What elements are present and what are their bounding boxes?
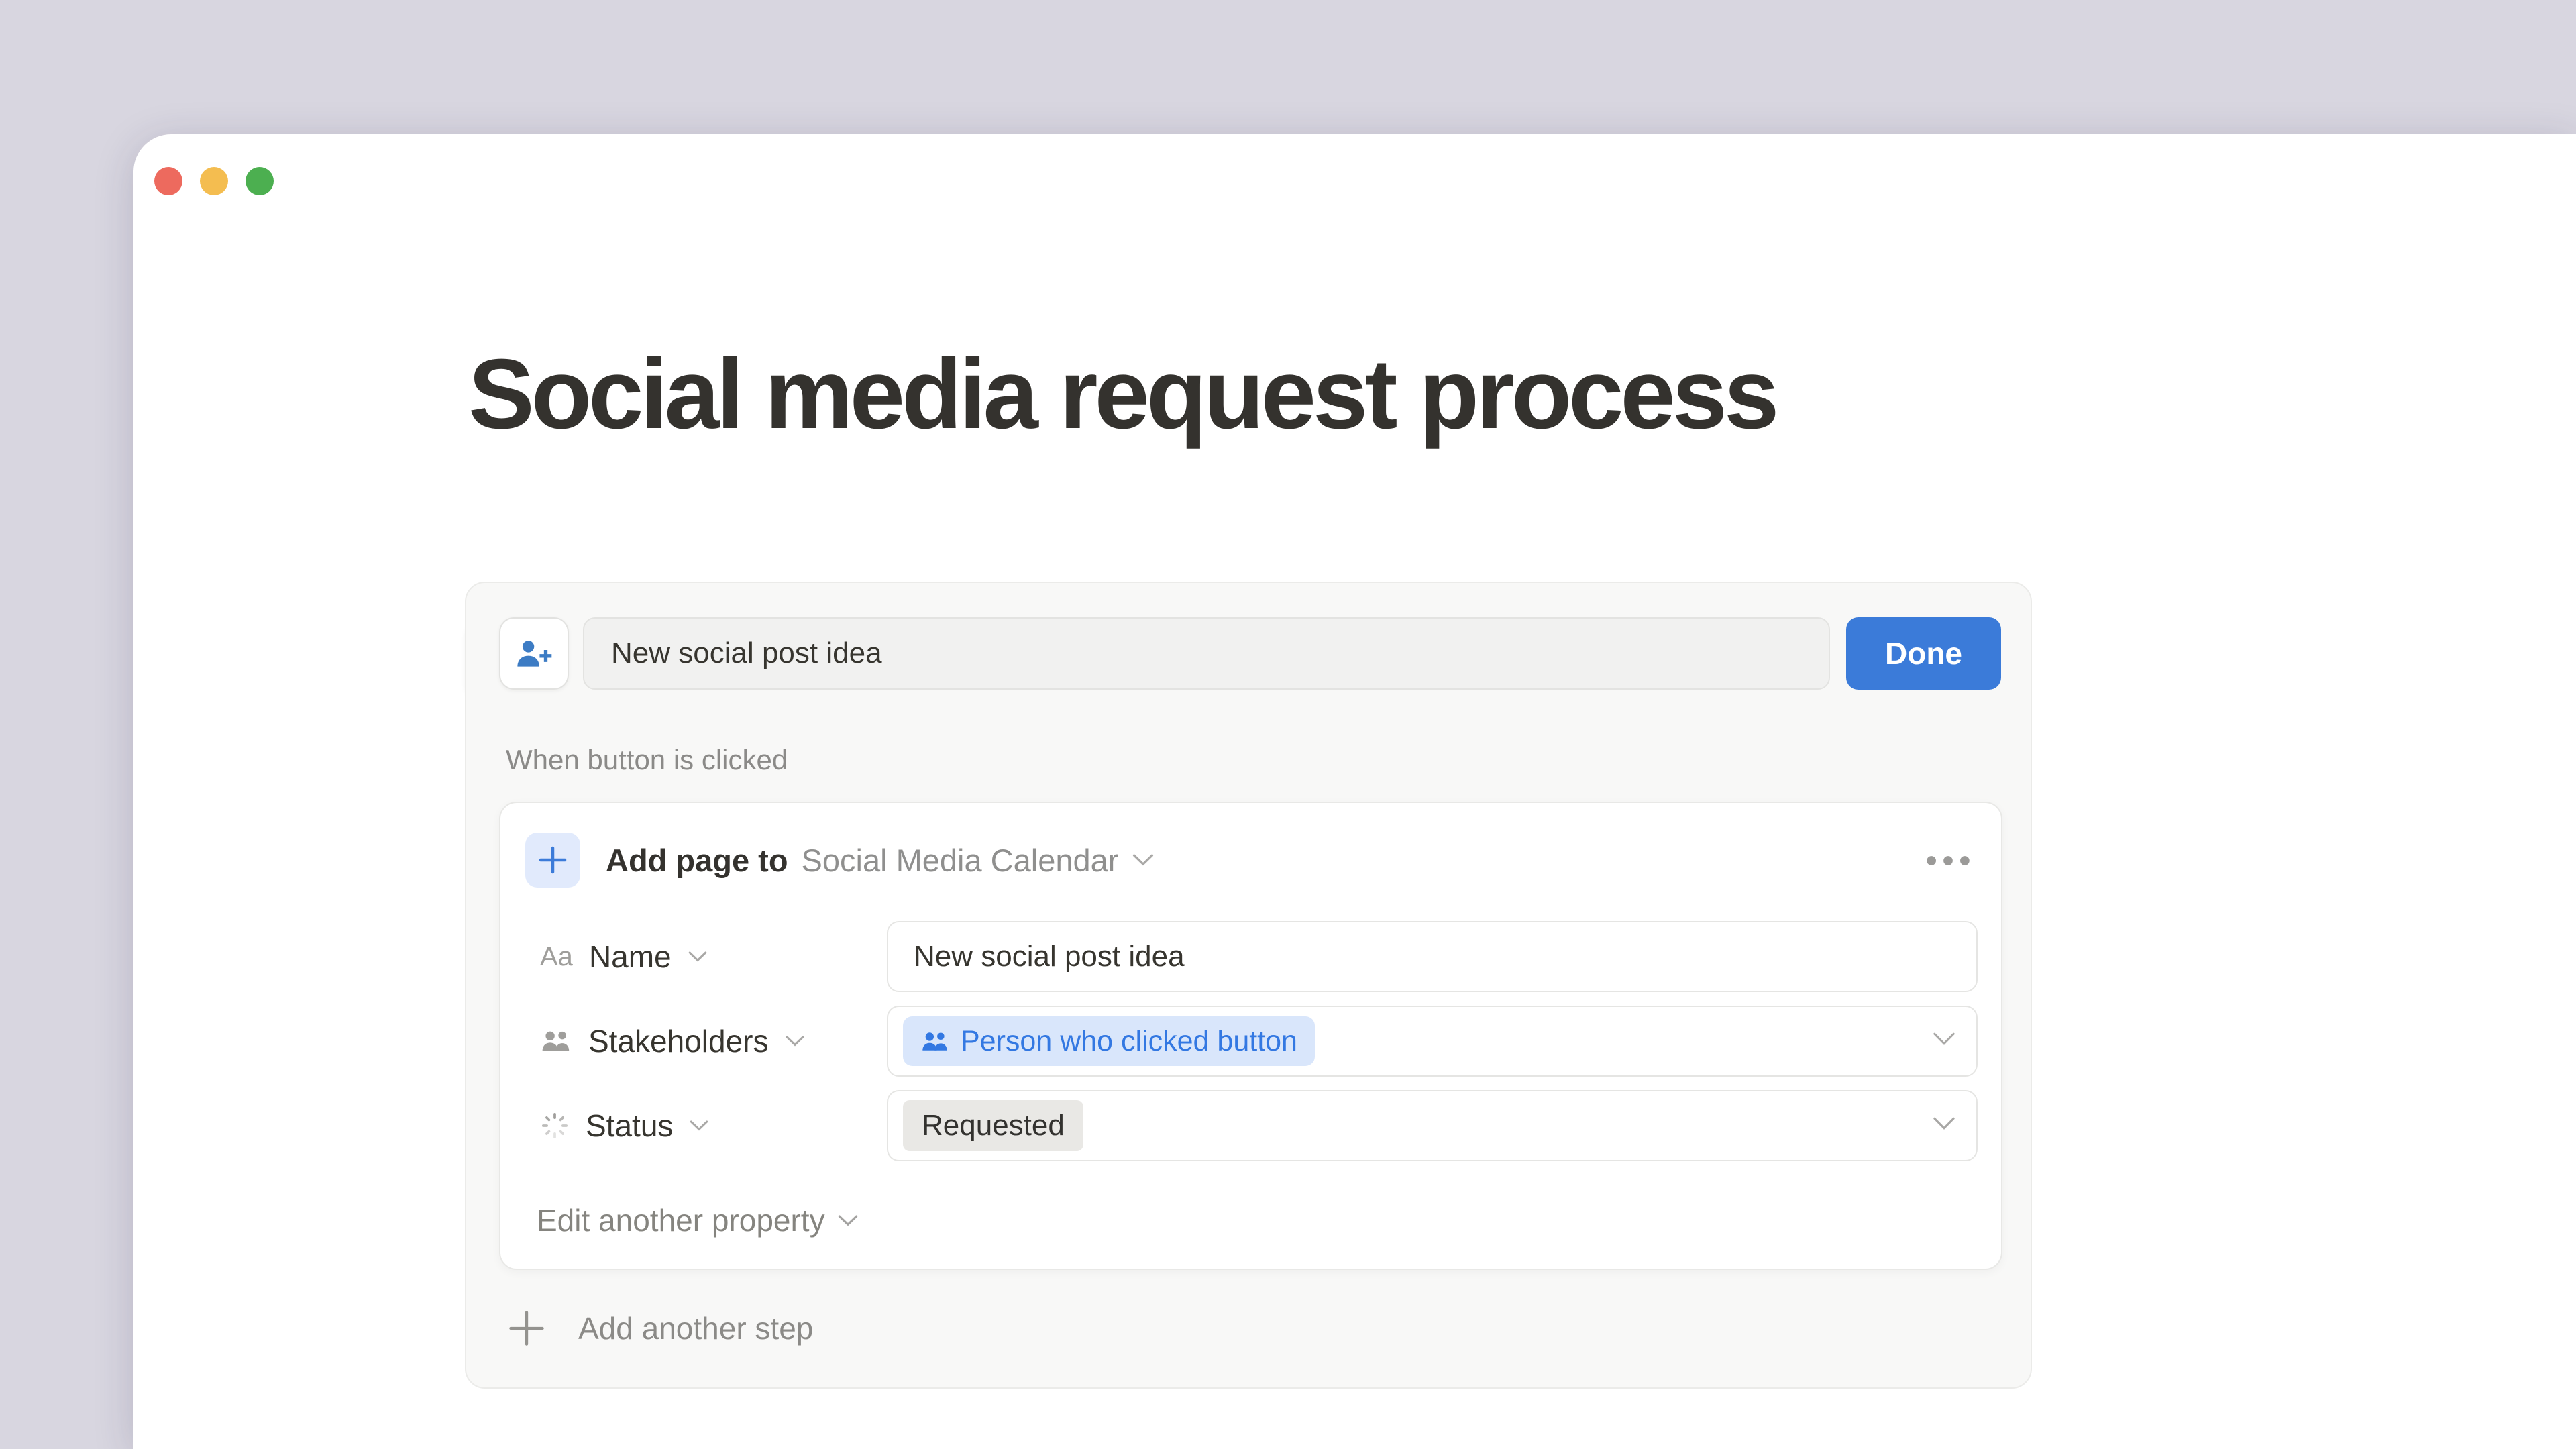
property-selector-stakeholders[interactable]: Stakeholders bbox=[540, 1006, 805, 1077]
add-page-step-card: Add page to Social Media Calendar Aa Nam… bbox=[499, 802, 2002, 1270]
people-icon bbox=[920, 1031, 950, 1052]
trigger-caption: When button is clicked bbox=[506, 744, 788, 776]
edit-another-property-button[interactable]: Edit another property bbox=[537, 1200, 859, 1240]
button-name-input[interactable]: New social post idea bbox=[583, 617, 1830, 690]
button-name-value: New social post idea bbox=[611, 637, 882, 670]
chevron-down-icon bbox=[837, 1214, 859, 1228]
name-value: New social post idea bbox=[914, 940, 1185, 973]
chevron-down-icon bbox=[785, 1034, 805, 1048]
plus-icon bbox=[507, 1309, 546, 1348]
status-value-select[interactable]: Requested bbox=[887, 1090, 1978, 1161]
chevron-down-icon[interactable] bbox=[1132, 853, 1155, 867]
close-window-icon[interactable] bbox=[154, 167, 182, 195]
name-value-input[interactable]: New social post idea bbox=[887, 921, 1978, 992]
text-property-icon: Aa bbox=[540, 942, 573, 972]
person-who-clicked-tag[interactable]: Person who clicked button bbox=[903, 1016, 1315, 1066]
page-title: Social media request process bbox=[468, 337, 1776, 451]
button-config-panel: New social post idea Done When button is… bbox=[465, 582, 2032, 1389]
zoom-window-icon[interactable] bbox=[246, 167, 274, 195]
add-another-step-button[interactable]: Add another step bbox=[507, 1305, 813, 1352]
property-selector-status[interactable]: Status bbox=[540, 1090, 709, 1161]
tag-label: Person who clicked button bbox=[961, 1025, 1297, 1058]
step-header: Add page to Social Media Calendar bbox=[606, 833, 1155, 888]
property-row-name: Aa Name New social post idea bbox=[500, 921, 2001, 992]
requested-status-tag[interactable]: Requested bbox=[903, 1100, 1083, 1151]
property-label: Stakeholders bbox=[588, 1023, 769, 1059]
property-label: Status bbox=[586, 1108, 673, 1144]
chevron-down-icon bbox=[689, 1119, 709, 1132]
people-property-icon bbox=[540, 1030, 572, 1053]
done-button[interactable]: Done bbox=[1846, 617, 2001, 690]
window-controls bbox=[154, 167, 274, 195]
app-window: Social media request process New social … bbox=[133, 134, 2576, 1449]
target-database-selector[interactable]: Social Media Calendar bbox=[802, 842, 1119, 879]
status-property-icon bbox=[540, 1111, 570, 1140]
property-row-status: Status Requested bbox=[500, 1090, 2001, 1161]
property-label: Name bbox=[589, 938, 672, 975]
chevron-down-icon[interactable] bbox=[1932, 1116, 1956, 1132]
button-icon-picker[interactable] bbox=[499, 617, 569, 690]
property-row-stakeholders: Stakeholders bbox=[500, 1006, 2001, 1077]
property-selector-name[interactable]: Aa Name bbox=[540, 921, 708, 992]
tag-label: Requested bbox=[922, 1109, 1065, 1142]
minimize-window-icon[interactable] bbox=[200, 167, 228, 195]
add-page-action-icon bbox=[525, 833, 580, 888]
stakeholders-value-select[interactable]: Person who clicked button bbox=[887, 1006, 1978, 1077]
chevron-down-icon bbox=[688, 950, 708, 963]
step-menu-ellipsis-icon[interactable] bbox=[1921, 842, 1975, 879]
chevron-down-icon[interactable] bbox=[1932, 1031, 1956, 1047]
action-label: Add page to bbox=[606, 842, 788, 879]
person-add-icon bbox=[515, 638, 553, 669]
